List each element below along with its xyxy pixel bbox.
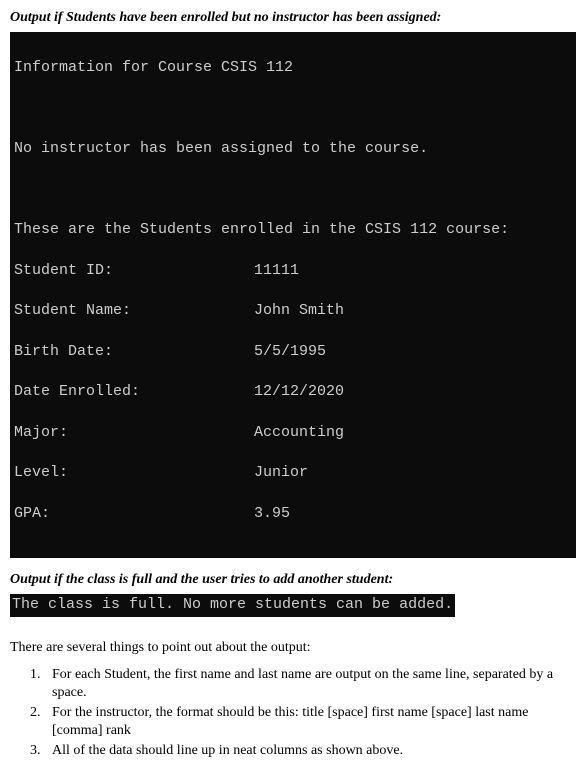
table-row: Date Enrolled:12/12/2020 <box>14 382 572 402</box>
field-label: Birth Date: <box>14 342 254 362</box>
field-label: Student ID: <box>14 261 254 281</box>
field-label: GPA: <box>14 504 254 524</box>
terminal-no-instructor: No instructor has been assigned to the c… <box>14 139 572 159</box>
field-value: 5/5/1995 <box>254 342 572 362</box>
field-label: Date Enrolled: <box>14 382 254 402</box>
field-label: Student Name: <box>14 301 254 321</box>
table-row: Level:Junior <box>14 463 572 483</box>
field-value: Accounting <box>254 423 572 443</box>
field-value: 12/12/2020 <box>254 382 572 402</box>
field-label: Major: <box>14 423 254 443</box>
caption-enrolled-no-instructor: Output if Students have been enrolled bu… <box>10 10 576 26</box>
terminal-blank <box>14 180 572 200</box>
terminal-class-full-line: The class is full. No more students can … <box>12 596 453 613</box>
list-item: For the instructor, the format should be… <box>44 704 576 740</box>
table-row: Student ID:11111 <box>14 261 572 281</box>
terminal-output-1: Information for Course CSIS 112 No instr… <box>10 32 576 558</box>
table-row: Student Name:John Smith <box>14 301 572 321</box>
terminal-title: Information for Course CSIS 112 <box>14 58 572 78</box>
table-row: GPA:3.95 <box>14 504 572 524</box>
field-value: John Smith <box>254 301 572 321</box>
list-item: For each Student, the first name and las… <box>44 666 576 702</box>
terminal-blank <box>14 99 572 119</box>
list-item: All of the data should line up in neat c… <box>44 742 576 760</box>
field-value: Junior <box>254 463 572 483</box>
terminal-output-2: The class is full. No more students can … <box>10 594 455 616</box>
table-row: Birth Date:5/5/1995 <box>14 342 572 362</box>
field-label: Level: <box>14 463 254 483</box>
notes-list: For each Student, the first name and las… <box>44 666 576 761</box>
field-value: 11111 <box>254 261 572 281</box>
table-row: Major:Accounting <box>14 423 572 443</box>
notes-intro: There are several things to point out ab… <box>10 640 576 656</box>
field-value: 3.95 <box>254 504 572 524</box>
caption-class-full: Output if the class is full and the user… <box>10 572 576 588</box>
terminal-enrolled-header: These are the Students enrolled in the C… <box>14 220 572 240</box>
